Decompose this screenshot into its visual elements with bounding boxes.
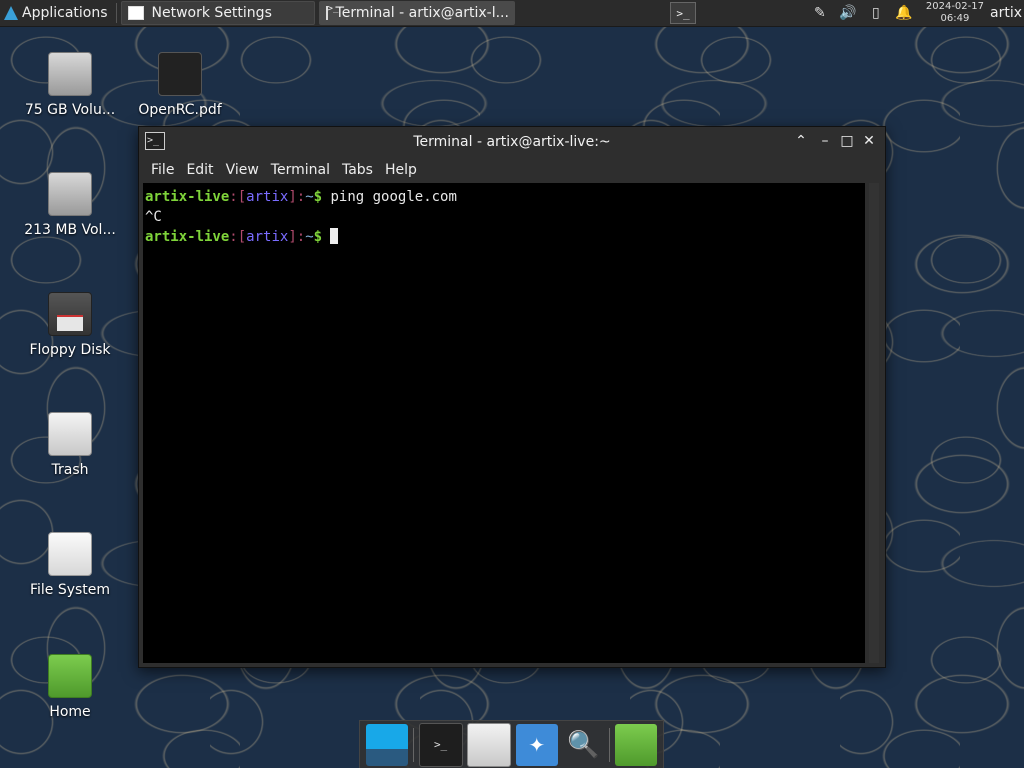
scrollbar[interactable]	[869, 183, 879, 663]
desktop-icon-label: File System	[29, 582, 111, 598]
close-button[interactable]: ✕	[859, 131, 879, 151]
minimize-button[interactable]: –	[815, 131, 835, 151]
terminal-icon	[325, 4, 338, 20]
dock-separator	[412, 727, 414, 762]
menu-bar: File Edit View Terminal Tabs Help	[139, 157, 885, 183]
folder-icon[interactable]	[614, 723, 657, 766]
desktop-icon-label: 213 MB Vol...	[24, 222, 116, 238]
desktop-icon-213mb-volume[interactable]: 213 MB Vol...	[20, 172, 120, 238]
trash-icon	[48, 412, 92, 456]
terminal-icon: >_	[145, 132, 165, 150]
command-text: ping google.com	[330, 189, 457, 205]
desktop-icon-floppy-disk[interactable]: Floppy Disk	[20, 292, 120, 358]
clock-time: 06:49	[940, 13, 970, 24]
network-icon[interactable]: ✎	[809, 2, 831, 24]
prompt-host: artix-live	[145, 229, 230, 245]
desktop-icon-label: 75 GB Volu...	[24, 102, 116, 118]
drive-icon	[48, 52, 92, 96]
terminal-window: >_ Terminal - artix@artix-live:~ ⌃ – □ ✕…	[138, 126, 886, 668]
window-title: Terminal - artix@artix-live:~	[413, 134, 611, 150]
task-label: Terminal - artix@artix-l...	[335, 5, 509, 21]
text-cursor	[330, 228, 339, 244]
web-browser-icon[interactable]: ✦	[515, 723, 558, 766]
battery-icon[interactable]: ▯	[865, 2, 887, 24]
dock: >_ ✦ 🔍	[359, 720, 664, 768]
menu-terminal[interactable]: Terminal	[271, 162, 330, 178]
prompt-host: artix-live	[145, 189, 230, 205]
show-desktop-icon[interactable]	[366, 723, 409, 766]
applications-menu-button[interactable]: Applications	[0, 0, 114, 26]
desktop-icon-trash[interactable]: Trash	[20, 412, 120, 478]
prompt-path: ~	[305, 229, 314, 245]
file-manager-icon[interactable]	[467, 722, 512, 767]
menu-edit[interactable]: Edit	[186, 162, 213, 178]
pdf-file-icon	[158, 52, 202, 96]
applications-label: Applications	[22, 5, 108, 21]
taskbar-network-settings[interactable]: Network Settings	[120, 1, 315, 25]
desktop-icon-openrc-pdf[interactable]: OpenRC.pdf	[130, 52, 230, 118]
user-menu[interactable]: artix	[990, 5, 1022, 21]
terminal-icon[interactable]: >_	[418, 722, 463, 767]
desktop-icon-75gb-volume[interactable]: 75 GB Volu...	[20, 52, 120, 118]
menu-help[interactable]: Help	[385, 162, 417, 178]
shade-button[interactable]: ⌃	[791, 131, 811, 151]
volume-icon[interactable]: 🔊	[837, 2, 859, 24]
terminal-output[interactable]: artix-live:[artix]:~$ ping google.com ^C…	[143, 183, 865, 663]
top-panel: Applications Network Settings Terminal -…	[0, 0, 1024, 27]
home-folder-icon	[48, 654, 92, 698]
menu-file[interactable]: File	[151, 162, 174, 178]
floppy-disk-icon	[48, 292, 92, 336]
system-tray: ✎ 🔊 ▯ 🔔 2024-02-17 06:49 artix	[806, 0, 1024, 26]
menu-view[interactable]: View	[226, 162, 259, 178]
prompt-path: ~	[305, 189, 314, 205]
dock-separator	[609, 727, 611, 762]
desktop-icon-file-system[interactable]: File System	[20, 532, 120, 598]
desktop-icon-label: Home	[49, 704, 91, 720]
terminal-icon: >_	[676, 6, 690, 20]
notification-bell-icon[interactable]: 🔔	[893, 2, 915, 24]
taskbar-terminal[interactable]: Terminal - artix@artix-l...	[318, 1, 515, 25]
panel-separator	[115, 3, 117, 23]
terminal-launcher-button[interactable]: >_	[670, 2, 696, 24]
desktop-icon-label: Trash	[51, 462, 89, 478]
terminal-line: artix-live:[artix]:~$ ping google.com	[145, 189, 457, 205]
window-icon	[127, 6, 144, 20]
desktop-icon-home[interactable]: Home	[20, 654, 120, 720]
prompt-user: artix	[246, 229, 289, 245]
menu-tabs[interactable]: Tabs	[342, 162, 373, 178]
clock-date: 2024-02-17	[925, 1, 984, 12]
terminal-line: ^C	[145, 209, 162, 225]
prompt-user: artix	[246, 189, 289, 205]
clock[interactable]: 2024-02-17 06:49	[926, 1, 984, 25]
hard-disk-icon	[48, 532, 92, 576]
terminal-line: artix-live:[artix]:~$	[145, 227, 863, 247]
search-icon[interactable]: 🔍	[562, 724, 604, 766]
desktop-icon-label: OpenRC.pdf	[138, 102, 222, 118]
maximize-button[interactable]: □	[837, 131, 857, 151]
artix-logo-icon	[4, 6, 18, 20]
desktop-icon-label: Floppy Disk	[29, 342, 111, 358]
drive-icon	[48, 172, 92, 216]
window-titlebar[interactable]: >_ Terminal - artix@artix-live:~ ⌃ – □ ✕	[139, 127, 885, 157]
task-label: Network Settings	[151, 5, 272, 21]
